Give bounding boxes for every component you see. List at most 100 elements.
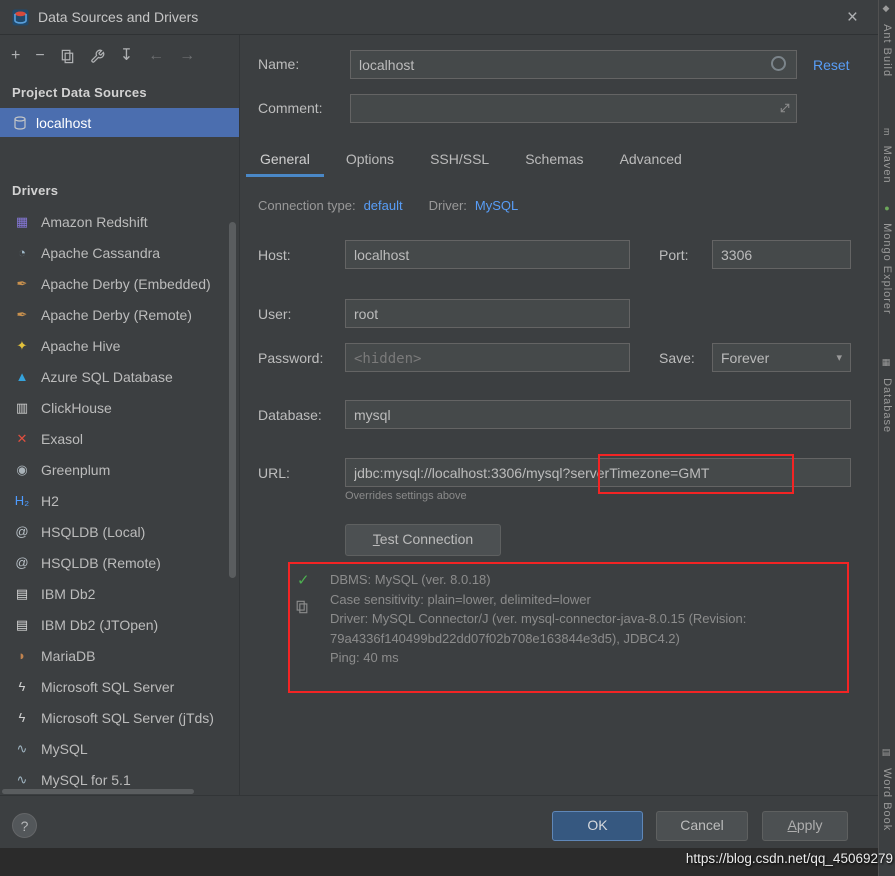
datasource-icon	[14, 115, 26, 130]
result-line: DBMS: MySQL (ver. 8.0.18)	[330, 572, 491, 587]
port-label: Port:	[659, 247, 689, 263]
driver-item[interactable]: ▥ ClickHouse	[0, 392, 239, 423]
driver-item[interactable]: ✦ Apache Hive	[0, 330, 239, 361]
result-line: Driver: MySQL Connector/J (ver. mysql-co…	[330, 611, 747, 646]
reset-link[interactable]: Reset	[813, 57, 850, 73]
port-field-wrap	[712, 240, 851, 269]
driver-item[interactable]: ▤ IBM Db2	[0, 578, 239, 609]
copy-result-icon[interactable]	[295, 600, 309, 617]
url-input[interactable]	[345, 458, 851, 487]
save-label: Save:	[659, 350, 695, 366]
driver-item[interactable]: ▦ Amazon Redshift	[0, 206, 239, 237]
database-input[interactable]	[345, 400, 851, 429]
chevron-down-icon: ▾	[836, 352, 842, 364]
tab-general[interactable]: General	[246, 142, 324, 177]
name-field-wrap	[350, 50, 797, 79]
project-sources-header: Project Data Sources	[12, 85, 147, 100]
database-label: Database:	[258, 407, 322, 423]
comment-input[interactable]	[350, 94, 797, 123]
toolwindow-database[interactable]: ▦ Database	[881, 358, 893, 433]
driver-item[interactable]: ϟ Microsoft SQL Server	[0, 671, 239, 702]
tab-schemas[interactable]: Schemas	[511, 142, 597, 177]
apache-hive-icon: ✦	[16, 337, 28, 353]
microsoft-sql-server-jtds-icon: ϟ	[18, 710, 26, 725]
name-input[interactable]	[350, 50, 797, 79]
app-icon	[12, 9, 29, 25]
driver-item[interactable]: @ HSQLDB (Remote)	[0, 547, 239, 578]
host-input[interactable]	[345, 240, 630, 269]
driver-item[interactable]: H₂ H2	[0, 485, 239, 516]
driver-item[interactable]: ∿ MySQL	[0, 733, 239, 764]
toolwindow-ant-build[interactable]: ◆ Ant Build	[881, 4, 893, 77]
test-connection-button[interactable]: Test Connection	[345, 524, 501, 556]
result-line: Ping: 40 ms	[330, 650, 399, 665]
close-icon[interactable]: ×	[847, 8, 866, 27]
driver-item[interactable]: ▤ IBM Db2 (JTOpen)	[0, 609, 239, 640]
driver-item[interactable]: ◗ MariaDB	[0, 640, 239, 671]
window-title: Data Sources and Drivers	[38, 9, 199, 25]
wrench-icon[interactable]	[90, 49, 105, 64]
data-sources-dialog: Data Sources and Drivers × + − ↧ ← → Pro…	[0, 0, 895, 876]
driver-value[interactable]: MySQL	[475, 198, 518, 213]
drivers-header: Drivers	[12, 183, 59, 198]
remove-icon[interactable]: −	[35, 48, 44, 64]
host-label: Host:	[258, 247, 291, 263]
password-input[interactable]	[345, 343, 630, 372]
watermark: https://blog.csdn.net/qq_45069279	[685, 851, 893, 866]
toolwindow-maven[interactable]: m Maven	[881, 128, 893, 184]
save-dropdown-value: Forever	[721, 349, 770, 366]
password-field-wrap	[345, 343, 630, 372]
apache-derby-embedded-icon: ✒	[16, 275, 28, 291]
comment-field-wrap	[350, 94, 797, 123]
comment-label: Comment:	[258, 100, 323, 116]
driver-item[interactable]: ✕ Exasol	[0, 423, 239, 454]
toolwindow-word-book[interactable]: ▤ Word Book	[881, 748, 893, 831]
tab-ssh-ssl[interactable]: SSH/SSL	[416, 142, 503, 177]
copy-icon[interactable]	[60, 49, 75, 64]
apply-button[interactable]: Apply	[762, 811, 848, 841]
driver-item[interactable]: ◔ Apache Cassandra	[0, 237, 239, 268]
tab-advanced[interactable]: Advanced	[606, 142, 696, 177]
help-button[interactable]: ?	[12, 813, 37, 838]
hsqldb-remote-icon: @	[15, 555, 29, 570]
url-label: URL:	[258, 465, 290, 481]
connection-type-label: Connection type:	[258, 198, 356, 213]
azure-sql-database-icon: ▲	[15, 369, 29, 384]
driver-item[interactable]: ▲ Azure SQL Database	[0, 361, 239, 392]
sidebar-horizontal-scrollbar[interactable]	[2, 789, 194, 794]
mongo-explorer-icon: ●	[882, 203, 892, 214]
apache-derby-remote-icon: ✒	[16, 306, 28, 322]
titlebar: Data Sources and Drivers ×	[0, 0, 878, 35]
driver-item[interactable]: ✒ Apache Derby (Embedded)	[0, 268, 239, 299]
cancel-button[interactable]: Cancel	[656, 811, 748, 841]
greenplum-icon: ◉	[16, 461, 28, 477]
sidebar-toolbar: + − ↧ ← →	[0, 35, 239, 77]
driver-item[interactable]: ϟ Microsoft SQL Server (jTds)	[0, 702, 239, 733]
ok-button[interactable]: OK	[552, 811, 643, 841]
save-dropdown[interactable]: Forever ▾	[712, 343, 851, 372]
back-icon[interactable]: ←	[148, 48, 164, 64]
url-field-wrap	[345, 458, 851, 487]
add-icon[interactable]: +	[11, 48, 20, 64]
connection-type-value[interactable]: default	[364, 198, 403, 213]
expand-icon[interactable]	[779, 102, 791, 114]
tabs-bar: General Options SSH/SSL Schemas Advanced	[246, 142, 696, 177]
tab-options[interactable]: Options	[332, 142, 408, 177]
import-icon[interactable]: ↧	[120, 48, 133, 64]
clickhouse-icon: ▥	[15, 399, 29, 415]
driver-item[interactable]: ◉ Greenplum	[0, 454, 239, 485]
sidebar-vertical-scrollbar[interactable]	[229, 222, 236, 578]
driver-item[interactable]: @ HSQLDB (Local)	[0, 516, 239, 547]
mysql-51-icon: ∿	[16, 771, 28, 787]
hsqldb-local-icon: @	[15, 524, 29, 539]
apache-cassandra-icon: ◔	[18, 245, 26, 260]
user-input[interactable]	[345, 299, 630, 328]
success-check-icon: ✓	[297, 572, 310, 589]
port-input[interactable]	[712, 240, 851, 269]
datasource-item-localhost[interactable]: localhost	[0, 108, 239, 137]
driver-item[interactable]: ✒ Apache Derby (Remote)	[0, 299, 239, 330]
mysql-icon: ∿	[16, 740, 28, 756]
toolwindow-mongo-explorer[interactable]: ● Mongo Explorer	[881, 203, 893, 315]
forward-icon[interactable]: →	[179, 48, 195, 64]
driver-list: ▦ Amazon Redshift ◔ Apache Cassandra ✒ A…	[0, 206, 239, 795]
